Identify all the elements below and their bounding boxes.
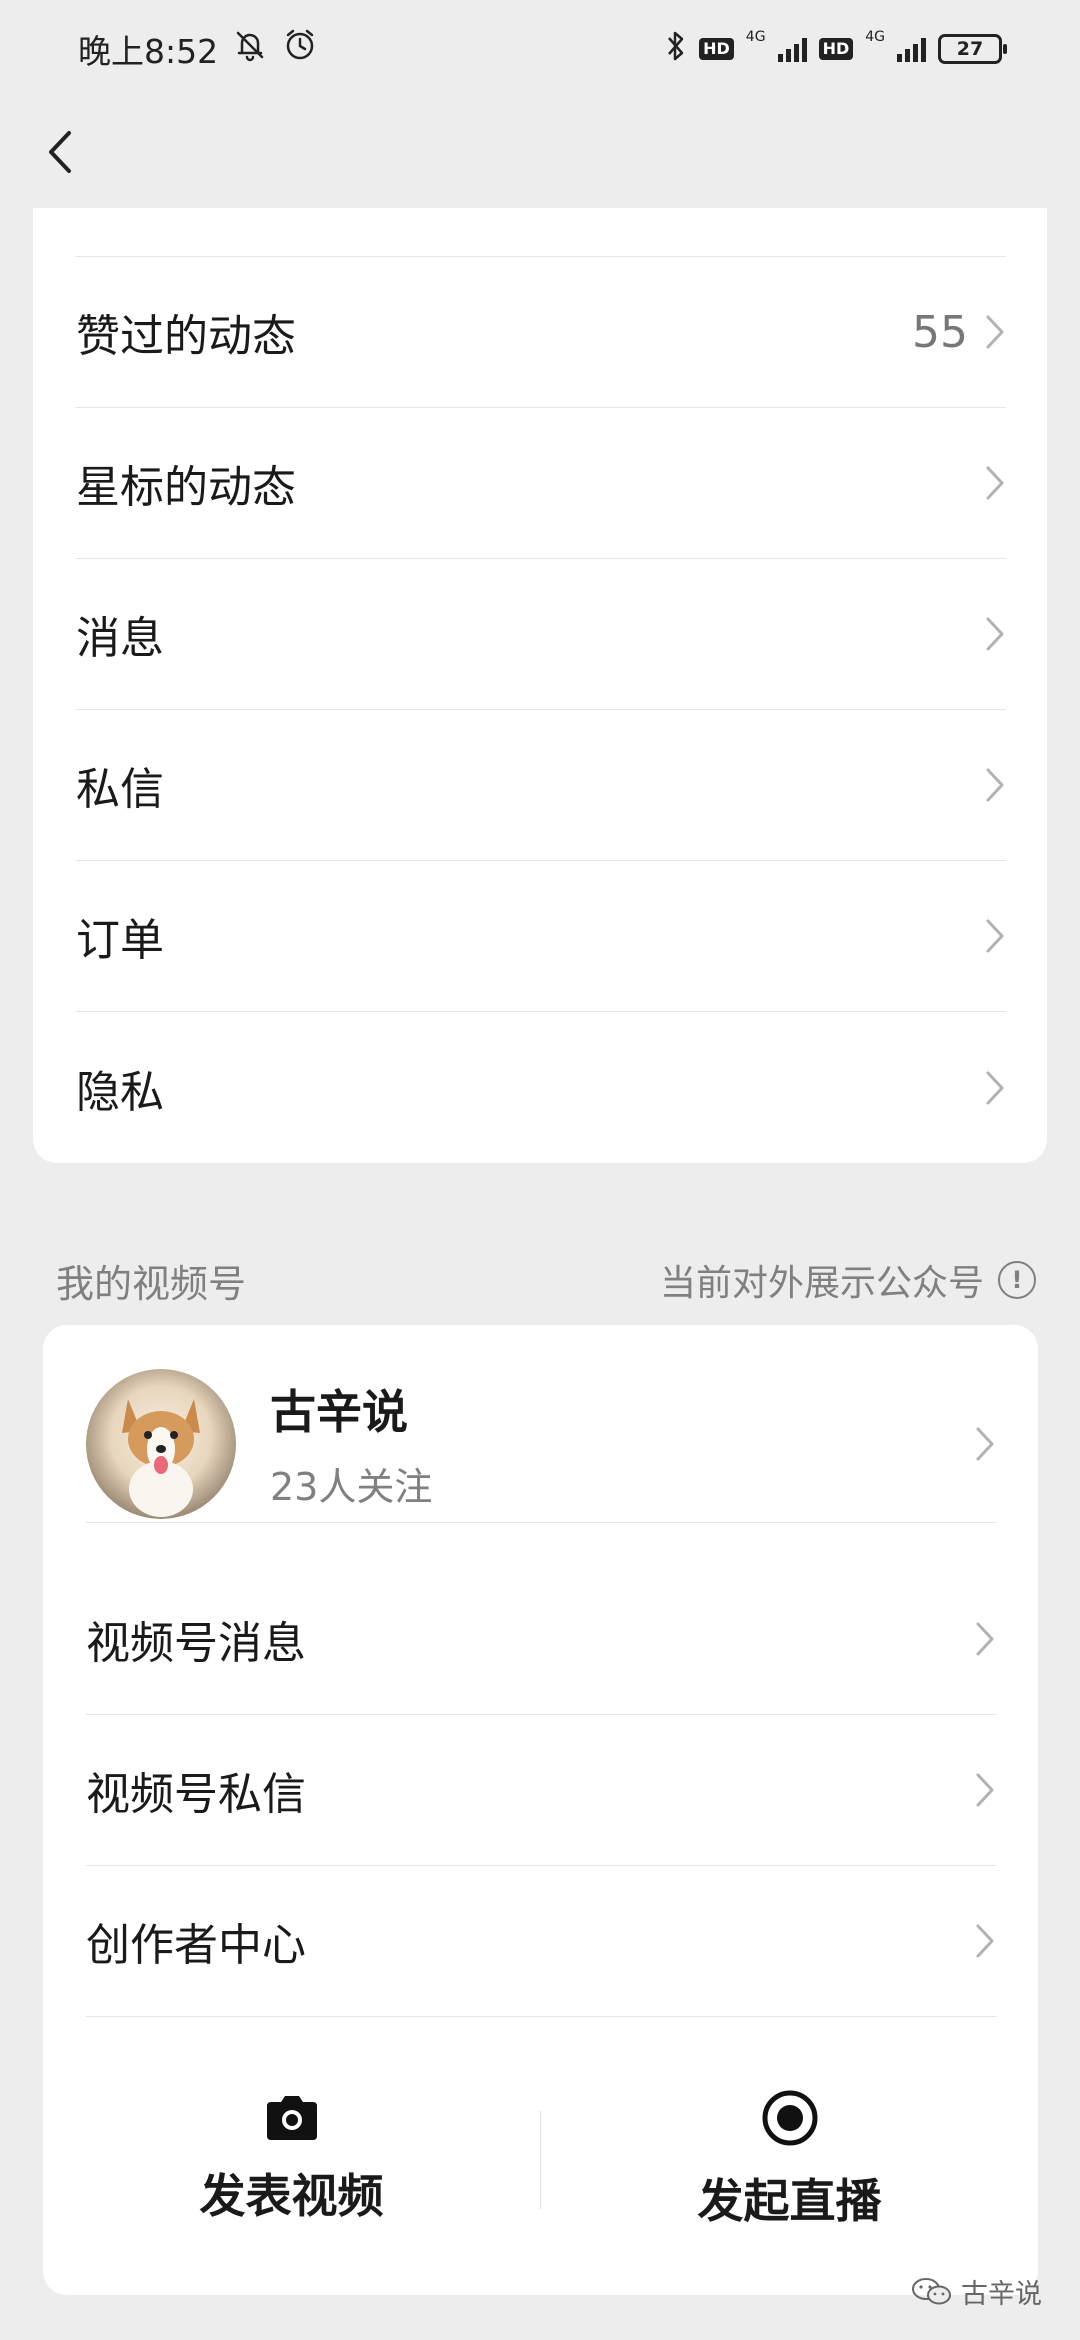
start-live-button[interactable]: 发起直播	[541, 2089, 1038, 2231]
avatar	[86, 1368, 236, 1519]
back-button[interactable]	[30, 112, 90, 192]
chevron-right-icon	[976, 1773, 994, 1807]
chevron-right-icon	[986, 466, 1004, 500]
channel-actions: 发表视频 发起直播	[43, 2060, 1038, 2260]
publish-video-label: 发表视频	[199, 2169, 384, 2223]
menu-item-starred[interactable]: 星标的动态	[76, 408, 1006, 559]
menu-item-label: 赞过的动态	[76, 311, 296, 362]
menu-item-orders[interactable]: 订单	[76, 861, 1006, 1012]
menu-item-privacy[interactable]: 隐私	[76, 1012, 1006, 1163]
display-account-hint[interactable]: 当前对外展示公众号 !	[660, 1254, 1036, 1306]
channel-item-label: 视频号消息	[86, 1618, 306, 1669]
channel-name: 古辛说	[270, 1385, 408, 1439]
chevron-right-icon	[986, 919, 1004, 953]
menu-item-label: 私信	[76, 764, 164, 815]
menu-item-label: 订单	[76, 915, 164, 966]
menu-item-label: 消息	[76, 613, 164, 664]
chevron-right-icon	[986, 768, 1004, 802]
battery-level: 27	[956, 38, 984, 60]
watermark-text: 古辛说	[961, 2279, 1042, 2310]
chevron-right-icon	[986, 315, 1004, 349]
channel-item-label: 视频号私信	[86, 1769, 306, 1820]
camera-icon	[266, 2096, 317, 2140]
profile-info: 古辛说 23人关注	[270, 1376, 432, 1511]
chevron-left-icon	[49, 131, 71, 173]
menu-item-messages[interactable]: 消息	[76, 559, 1006, 710]
profile-left: 古辛说 23人关注	[86, 1368, 432, 1519]
battery-icon: 27	[938, 34, 1007, 64]
status-time: 晚上8:52	[78, 32, 219, 71]
status-bar: 晚上8:52 HD 4G HD 4G 27	[0, 0, 1080, 98]
channel-item-private-messages[interactable]: 视频号私信	[86, 1715, 996, 1866]
follower-count: 23人关注	[270, 1465, 433, 1509]
menu-item-label: 星标的动态	[76, 462, 296, 513]
channel-profile-row[interactable]: 古辛说 23人关注	[86, 1365, 996, 1523]
signal-icon-2	[897, 36, 926, 62]
info-icon[interactable]: !	[998, 1261, 1036, 1299]
network-label-2: 4G	[865, 29, 885, 45]
corgi-avatar-image	[122, 1398, 200, 1517]
hd-badge-2: HD	[818, 38, 854, 60]
channel-item-creator-center[interactable]: 创作者中心	[86, 1866, 996, 2017]
menu-item-liked[interactable]: 赞过的动态 55	[76, 257, 1006, 408]
menu-item-private-messages[interactable]: 私信	[76, 710, 1006, 861]
display-account-text: 当前对外展示公众号	[659, 1263, 984, 1304]
chevron-right-icon	[986, 1071, 1004, 1104]
menu-item-label: 隐私	[76, 1066, 164, 1118]
alarm-icon	[282, 27, 318, 71]
channel-item-messages[interactable]: 视频号消息	[86, 1564, 996, 1715]
mute-bell-icon	[232, 27, 268, 71]
live-record-icon	[762, 2090, 817, 2146]
start-live-label: 发起直播	[697, 2174, 882, 2228]
chevron-right-icon	[976, 1622, 994, 1656]
hd-badge-1: HD	[699, 38, 734, 60]
publish-video-button[interactable]: 发表视频	[43, 2094, 540, 2226]
menu-item-right: 55	[912, 307, 1006, 358]
nav-bar	[0, 98, 1080, 208]
bluetooth-icon	[665, 29, 687, 69]
wechat-icon	[912, 2277, 951, 2304]
channel-section-header: 我的视频号 当前对外展示公众号 !	[56, 1245, 1036, 1315]
liked-count: 55	[912, 306, 968, 358]
watermark: 古辛说	[911, 2272, 1042, 2311]
section-title: 我的视频号	[56, 1261, 247, 1306]
channel-item-label: 创作者中心	[86, 1920, 306, 1971]
status-left: 晚上8:52	[78, 25, 318, 73]
chevron-right-icon	[986, 617, 1004, 651]
status-right: HD 4G HD 4G 27	[665, 29, 1007, 69]
chevron-right-icon	[976, 1924, 994, 1958]
signal-icon-1	[777, 36, 807, 62]
chevron-right-icon	[976, 1427, 994, 1460]
network-label-1: 4G	[745, 29, 766, 45]
